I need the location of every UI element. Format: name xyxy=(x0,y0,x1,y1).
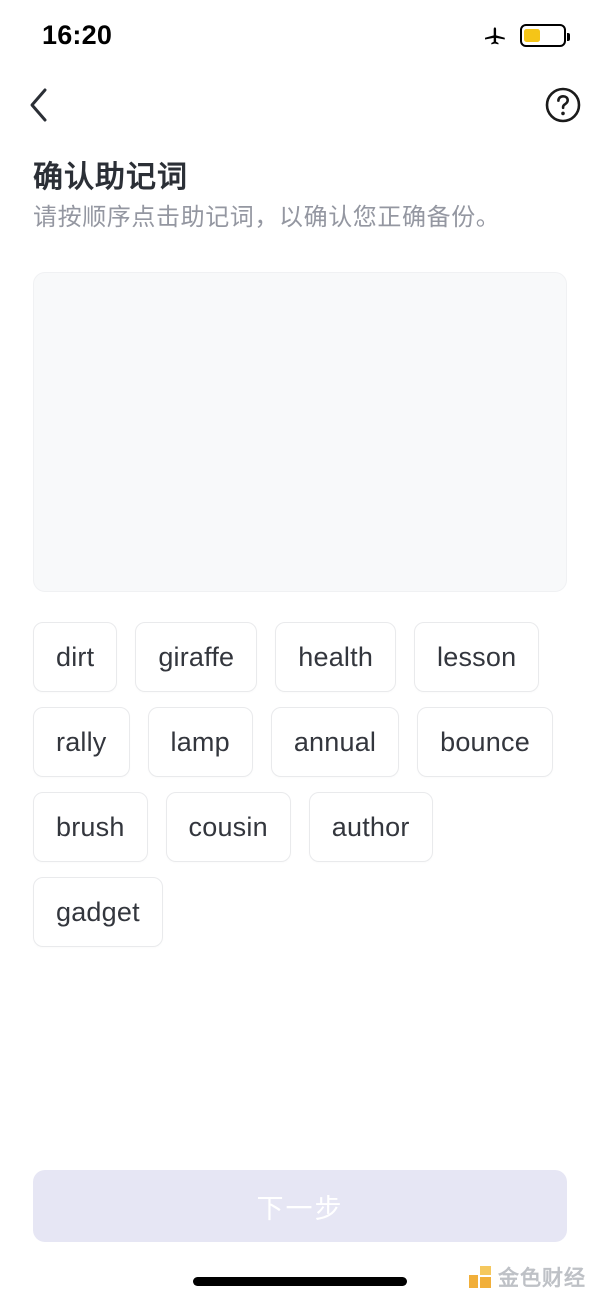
word-bank: dirt giraffe health lesson rally lamp annual bo… xyxy=(33,622,573,947)
selected-words-area[interactable] xyxy=(33,272,567,592)
battery-icon xyxy=(520,23,570,47)
word-chip[interactable]: brush xyxy=(33,792,148,862)
word-chip[interactable]: lamp xyxy=(147,707,253,777)
word-chip[interactable]: rally xyxy=(33,707,130,777)
next-button[interactable]: 下一步 xyxy=(33,1170,567,1242)
status-bar-clock: 16:20 xyxy=(42,19,113,50)
word-chip[interactable]: bounce xyxy=(417,707,553,777)
status-bar: 16:20 xyxy=(0,0,600,70)
watermark: 金色财经 xyxy=(469,1262,586,1292)
airplane-mode-icon xyxy=(482,22,508,48)
watermark-text: 金色财经 xyxy=(498,1267,586,1290)
help-button[interactable] xyxy=(543,87,583,127)
navigation-bar xyxy=(0,70,600,142)
page-subtitle: 请按顺序点击助记词，以确认您正确备份。 xyxy=(33,204,501,231)
word-chip[interactable]: author xyxy=(308,792,433,862)
home-indicator xyxy=(193,1277,407,1286)
status-bar-indicators xyxy=(482,22,570,48)
battery-fill xyxy=(524,28,540,42)
word-chip[interactable]: cousin xyxy=(165,792,291,862)
word-chip[interactable]: giraffe xyxy=(135,622,258,692)
help-circle-icon xyxy=(544,86,582,129)
phone-screen: 16:20 确认助记词 请按顺序点击助记词，以确认您正确备份。 dirt gir… xyxy=(0,0,600,1299)
word-chip[interactable]: annual xyxy=(270,707,400,777)
chevron-left-icon xyxy=(26,85,52,130)
back-button[interactable] xyxy=(14,82,64,132)
word-chip[interactable]: health xyxy=(275,622,397,692)
word-chip[interactable]: dirt xyxy=(33,622,118,692)
word-chip[interactable]: gadget xyxy=(33,877,163,947)
page-title: 确认助记词 xyxy=(33,161,188,194)
word-chip[interactable]: lesson xyxy=(414,622,540,692)
watermark-logo-icon xyxy=(469,1266,491,1288)
